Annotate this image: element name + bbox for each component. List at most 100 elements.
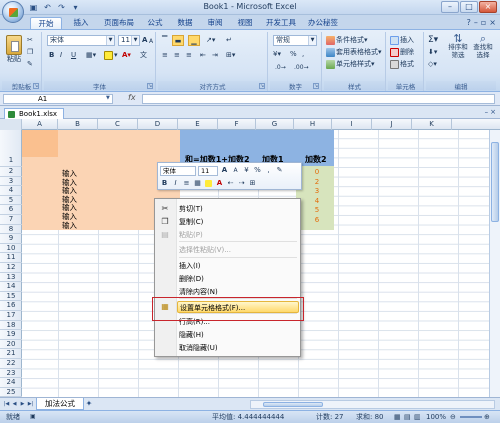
- row-header[interactable]: 4: [0, 186, 22, 196]
- mini-decrease-decimal-icon[interactable]: ⇠: [226, 179, 235, 188]
- context-menu-item[interactable]: 隐藏(H): [177, 329, 299, 341]
- mini-font-color-icon[interactable]: A: [215, 179, 224, 188]
- alignment-expand-icon[interactable]: ↘: [259, 83, 265, 89]
- row-header[interactable]: 10: [0, 244, 22, 254]
- mini-font-select[interactable]: 宋体: [160, 165, 196, 176]
- context-menu-item[interactable]: 插入(I): [177, 260, 299, 272]
- merge-center-icon[interactable]: ⊞▾: [226, 50, 235, 61]
- font-name-select[interactable]: 宋体 ▼: [47, 35, 115, 46]
- document-tab[interactable]: Book1.xlsx: [4, 108, 64, 119]
- help-icon[interactable]: ?: [467, 18, 471, 27]
- input-cell[interactable]: 输入: [62, 220, 77, 231]
- page-break-view-icon[interactable]: ▥: [414, 411, 421, 423]
- page-layout-view-icon[interactable]: ▤: [404, 411, 411, 423]
- row-header[interactable]: 25: [0, 388, 22, 397]
- mini-increase-decimal-icon[interactable]: ⇢: [237, 179, 246, 188]
- g-value-cell[interactable]: 3: [312, 187, 322, 195]
- row-header[interactable]: 3: [0, 177, 22, 187]
- align-top-icon[interactable]: ▔: [162, 35, 167, 46]
- bold-button[interactable]: B: [49, 50, 54, 61]
- row-header[interactable]: 16: [0, 301, 22, 311]
- formula-input[interactable]: [142, 94, 495, 104]
- align-right-icon[interactable]: ≡: [186, 50, 192, 61]
- row-header[interactable]: 14: [0, 282, 22, 292]
- format-painter-icon[interactable]: ✎: [27, 59, 33, 70]
- font-color-icon[interactable]: A▾: [122, 50, 131, 61]
- context-menu-item[interactable]: 删除(D): [177, 273, 299, 285]
- font-expand-icon[interactable]: ↘: [147, 83, 153, 89]
- mini-fill-color-icon[interactable]: [204, 179, 213, 188]
- tab-developer[interactable]: 开发工具: [262, 17, 300, 29]
- wrap-text-icon[interactable]: ↵: [226, 35, 232, 46]
- autosum-icon[interactable]: Σ▾: [428, 35, 438, 46]
- clear-icon[interactable]: ◇▾: [428, 59, 437, 70]
- horizontal-scrollbar[interactable]: [250, 400, 495, 409]
- paste-button[interactable]: 粘贴: [5, 35, 23, 63]
- g-value-cell[interactable]: 0: [312, 168, 322, 176]
- column-header[interactable]: E: [178, 119, 218, 130]
- prev-sheet-icon[interactable]: ◀: [11, 400, 18, 408]
- normal-view-icon[interactable]: ▦: [394, 411, 401, 423]
- currency-icon[interactable]: ¥▾: [273, 49, 281, 60]
- first-sheet-icon[interactable]: |◀: [3, 400, 10, 408]
- g-value-cell[interactable]: 2: [312, 178, 322, 186]
- insert-cells-button[interactable]: 插入: [390, 35, 414, 46]
- row-header[interactable]: 17: [0, 311, 22, 321]
- row-header[interactable]: 19: [0, 330, 22, 340]
- doc-minimize-icon[interactable]: –: [474, 18, 478, 27]
- mini-center-icon[interactable]: ≡: [182, 179, 191, 188]
- mini-border-icon[interactable]: ▦: [193, 179, 202, 188]
- tab-view[interactable]: 视图: [232, 17, 258, 29]
- next-sheet-icon[interactable]: ▶: [19, 400, 26, 408]
- row-header[interactable]: 8: [0, 225, 22, 235]
- tab-formulas[interactable]: 公式: [142, 17, 168, 29]
- insert-sheet-icon[interactable]: ✦: [82, 399, 96, 409]
- column-header[interactable]: F: [218, 119, 256, 130]
- row-header[interactable]: 7: [0, 215, 22, 225]
- fill-color-icon[interactable]: ▾: [104, 50, 118, 61]
- sort-filter-button[interactable]: ⇅ 排序和 筛选: [446, 33, 470, 59]
- decrease-decimal-icon[interactable]: .00→: [294, 62, 309, 73]
- align-left-icon[interactable]: ≡: [162, 50, 168, 61]
- grow-font-button[interactable]: A: [142, 35, 147, 46]
- mini-merge-icon[interactable]: ⊞: [248, 179, 257, 188]
- column-header[interactable]: C: [98, 119, 138, 130]
- mini-percent-button[interactable]: %: [253, 166, 262, 175]
- align-bottom-icon[interactable]: ▁: [188, 35, 200, 46]
- mini-comma-button[interactable]: ,: [264, 166, 273, 175]
- decrease-indent-icon[interactable]: ⇤: [200, 50, 206, 61]
- close-button[interactable]: ×: [479, 1, 497, 13]
- doc-tab-close-icon[interactable]: ×: [490, 108, 496, 116]
- context-menu-item[interactable]: 复制(C): [177, 216, 299, 228]
- number-expand-icon[interactable]: ↘: [313, 83, 319, 89]
- border-icon[interactable]: ▦▾: [86, 50, 96, 61]
- table-format-button[interactable]: 套用表格格式▾: [326, 47, 382, 58]
- shrink-font-button[interactable]: A: [149, 36, 153, 47]
- context-menu-item[interactable]: 粘贴(P): [177, 229, 299, 241]
- format-cells-button[interactable]: 格式: [390, 59, 414, 70]
- number-format-select[interactable]: 常规 ▼: [273, 35, 317, 46]
- cell-style-button[interactable]: 单元格样式▾: [326, 59, 375, 70]
- doc-close-icon[interactable]: ×: [489, 18, 496, 27]
- horizontal-scroll-thumb[interactable]: [263, 402, 323, 407]
- g-value-cell[interactable]: 5: [312, 206, 322, 214]
- column-header[interactable]: D: [138, 119, 178, 130]
- row-header[interactable]: 12: [0, 263, 22, 273]
- comma-button[interactable]: ,: [302, 49, 304, 60]
- column-header[interactable]: G: [256, 119, 294, 130]
- orientation-icon[interactable]: ↗▾: [206, 35, 215, 46]
- clipboard-expand-icon[interactable]: ↘: [33, 83, 39, 89]
- row-header[interactable]: 6: [0, 205, 22, 215]
- column-header[interactable]: A: [22, 119, 58, 130]
- fill-icon[interactable]: ⬇▾: [428, 47, 437, 58]
- tab-office-tips[interactable]: 办公秘签: [304, 17, 342, 29]
- row-header[interactable]: 18: [0, 321, 22, 331]
- zoom-level[interactable]: 100%: [426, 411, 446, 423]
- column-header[interactable]: I: [332, 119, 372, 130]
- name-box[interactable]: A1: [3, 94, 113, 104]
- row-header[interactable]: 20: [0, 340, 22, 350]
- doc-restore-icon[interactable]: ▫: [481, 18, 486, 27]
- align-middle-icon[interactable]: ▬: [172, 35, 184, 46]
- macro-record-icon[interactable]: ▣: [30, 411, 36, 423]
- zoom-slider[interactable]: [460, 416, 482, 418]
